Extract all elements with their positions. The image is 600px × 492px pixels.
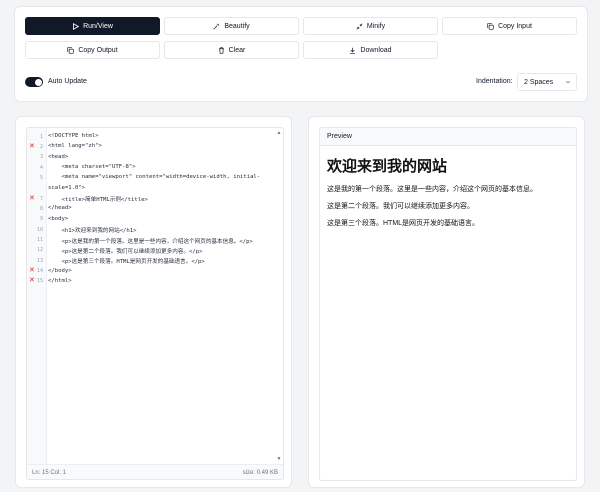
line-number: 15	[36, 278, 43, 285]
copy-output-label: Copy Output	[78, 46, 118, 54]
code-line: <body>	[48, 215, 69, 222]
code-line: <meta charset="UTF-8">	[48, 164, 136, 171]
download-icon	[350, 47, 356, 54]
file-size: size: 0.49 KB	[242, 469, 278, 476]
editor-status-bar: Ln: 15 Col: 1 size: 0.49 KB	[27, 464, 283, 479]
code-line: </html>	[48, 277, 72, 284]
preview-paragraph: 这是第三个段落。HTML是网页开发的基础语言。	[327, 220, 480, 227]
line-number: 11	[36, 237, 43, 243]
code-line: <meta name="viewport" content="width=dev…	[48, 174, 261, 181]
cursor-position: Ln: 15 Col: 1	[32, 469, 67, 476]
code-line: <p>这是我的第一个段落。这里是一些内容，介绍这个网页的基本信息。</p>	[48, 238, 253, 245]
code-editor[interactable]: 1 <!DOCTYPE html> ✕ 2 <html lang="zh"> 3 <head…	[26, 127, 284, 480]
clear-label: Clear	[228, 46, 246, 54]
scroll-down-icon[interactable]: ▼	[276, 456, 282, 462]
toolbar-card: Run/View Beautify Minify Copy Input Copy…	[14, 6, 588, 102]
magic-wand-icon	[213, 23, 220, 30]
line-number: 13	[36, 257, 43, 264]
scrollbar[interactable]: ▲ ▼	[275, 128, 283, 464]
line-number: 2	[39, 143, 43, 150]
run-view-label: Run/View	[83, 22, 113, 30]
copy-input-label: Copy Input	[498, 22, 532, 30]
preview-frame: Preview 欢迎来到我的网站 这是我的第一个段落。这里是一些内容，介绍这个网…	[319, 127, 577, 481]
play-icon	[73, 22, 80, 30]
preview-paragraph: 这是我的第一个段落。这里是一些内容，介绍这个网页的基本信息。	[327, 186, 537, 193]
code-line: <!DOCTYPE html>	[48, 133, 99, 139]
download-label: Download	[360, 46, 392, 54]
line-number: 1	[39, 133, 43, 140]
beautify-label: Beautify	[224, 22, 250, 30]
indentation-select[interactable]: 2 Spaces	[517, 73, 577, 91]
code-line: <p>这是第三个段落。HTML是网页开发的基础语言。</p>	[48, 259, 205, 266]
minify-button[interactable]: Minify	[303, 17, 438, 35]
code-line: scale=1.0">	[48, 184, 86, 191]
code-line: <html lang="zh">	[48, 143, 102, 150]
minimize-icon	[356, 22, 363, 30]
line-number: 9	[39, 216, 43, 223]
run-view-button[interactable]: Run/View	[25, 17, 160, 35]
line-number: 4	[39, 164, 43, 171]
code-line: <h1>欢迎来到我的网站</h1>	[48, 228, 137, 235]
code-line: </head>	[48, 205, 72, 212]
code-line: </body>	[48, 267, 72, 274]
editor-card: 1 <!DOCTYPE html> ✕ 2 <html lang="zh"> 3 <head…	[15, 116, 292, 488]
trash-icon	[218, 46, 224, 54]
preview-paragraph: 这是第二个段落。我们可以继续添加更多内容。	[327, 203, 474, 210]
code-line: <p>这是第二个段落。我们可以继续添加更多内容。</p>	[48, 248, 203, 255]
line-number: 8	[39, 205, 43, 212]
indentation-value: 2 Spaces	[524, 78, 554, 86]
beautify-button[interactable]: Beautify	[164, 17, 299, 35]
scroll-up-icon[interactable]: ▲	[276, 130, 282, 136]
preview-body: 欢迎来到我的网站 这是我的第一个段落。这里是一些内容，介绍这个网页的基本信息。 …	[320, 146, 576, 242]
minify-label: Minify	[366, 22, 386, 30]
line-number: 12	[36, 247, 43, 254]
indentation-label: Indentation:	[476, 78, 513, 85]
line-number: 5	[39, 174, 43, 181]
line-number: 7	[39, 195, 43, 202]
preview-card: Preview 欢迎来到我的网站 这是我的第一个段落。这里是一些内容，介绍这个网…	[308, 116, 585, 488]
preview-heading: 欢迎来到我的网站	[327, 158, 448, 175]
copy-input-button[interactable]: Copy Input	[442, 17, 577, 35]
auto-update-toggle[interactable]	[25, 77, 43, 87]
code-line: <title>简单HTML示例</title>	[48, 197, 148, 204]
copy-icon	[487, 22, 494, 30]
preview-title: Preview	[327, 133, 352, 140]
line-number: 10	[36, 226, 43, 233]
line-number: 3	[39, 154, 43, 161]
preview-header: Preview	[320, 128, 576, 146]
download-button[interactable]: Download	[303, 41, 438, 59]
chevron-down-icon	[565, 80, 571, 84]
code-line: <head>	[48, 153, 69, 160]
copy-icon	[67, 46, 74, 54]
toggle-knob	[34, 78, 42, 86]
copy-output-button[interactable]: Copy Output	[25, 41, 160, 59]
line-number: 14	[36, 268, 43, 275]
clear-button[interactable]: Clear	[164, 41, 299, 59]
auto-update-label: Auto Update	[48, 78, 87, 85]
